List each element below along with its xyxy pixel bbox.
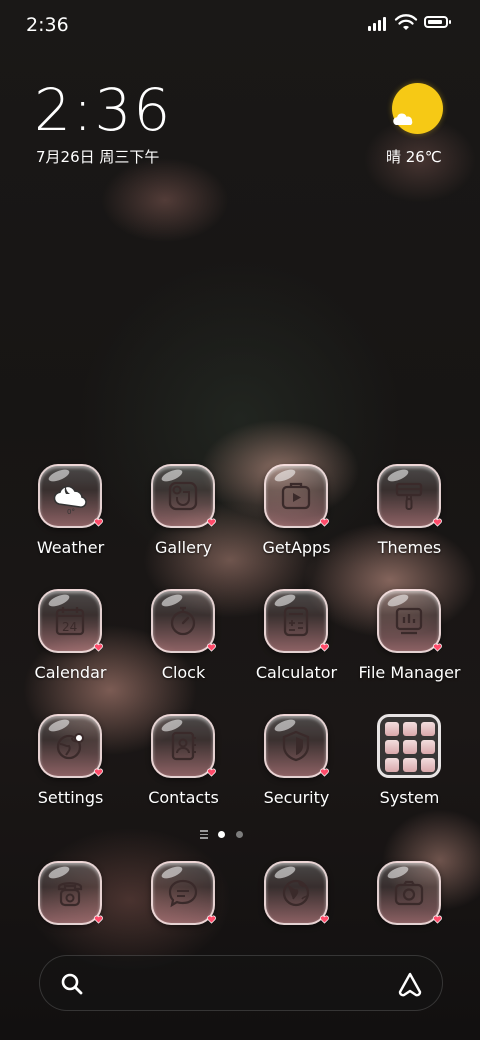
app-label: Contacts xyxy=(148,788,219,807)
heart-icon xyxy=(94,518,103,527)
sunny-icon[interactable] xyxy=(392,83,443,134)
shield-icon xyxy=(264,714,328,778)
heart-icon xyxy=(320,643,329,652)
app-label: File Manager xyxy=(358,663,461,682)
app-security[interactable]: Security xyxy=(240,714,353,824)
weather-cloud-icon: 0° xyxy=(38,464,102,528)
app-label: Settings xyxy=(37,788,104,807)
battery-level xyxy=(428,20,443,24)
heart-icon xyxy=(320,915,329,924)
calculator-icon xyxy=(264,589,328,653)
clock-widget-date: 7月26日 周三下午 xyxy=(36,148,160,166)
app-calendar[interactable]: 24 Calendar xyxy=(14,589,127,699)
heart-icon xyxy=(320,518,329,527)
search-input[interactable] xyxy=(100,966,384,1002)
app-label: Security xyxy=(263,788,330,807)
cloud-icon xyxy=(393,113,413,125)
heart-icon xyxy=(207,915,216,924)
app-label: Themes xyxy=(377,538,442,557)
app-contacts[interactable]: Contacts xyxy=(127,714,240,824)
search-bar[interactable] xyxy=(39,955,443,1011)
app-calculator[interactable]: Calculator xyxy=(240,589,353,699)
clock-widget-time[interactable]: 2:36 xyxy=(34,78,172,142)
wifi-icon xyxy=(394,14,418,30)
messages-icon xyxy=(151,861,215,925)
heart-icon xyxy=(207,768,216,777)
heart-icon xyxy=(433,915,442,924)
app-settings[interactable]: Settings xyxy=(14,714,127,824)
app-drawer-icon[interactable] xyxy=(200,830,208,839)
camera-icon xyxy=(377,861,441,925)
app-label: Calculator xyxy=(255,663,338,682)
contacts-book-icon xyxy=(151,714,215,778)
heart-icon xyxy=(433,518,442,527)
paint-brush-icon xyxy=(377,464,441,528)
heart-icon xyxy=(320,768,329,777)
heart-icon xyxy=(207,643,216,652)
folder-grid-icon xyxy=(377,714,441,778)
app-label: Clock xyxy=(161,663,206,682)
weather-widget-text: 晴 26℃ xyxy=(386,148,442,166)
gallery-icon xyxy=(151,464,215,528)
stopwatch-icon xyxy=(151,589,215,653)
app-weather[interactable]: 0° Weather xyxy=(14,464,127,574)
assistant-icon[interactable] xyxy=(396,970,424,998)
app-file-manager[interactable]: File Manager xyxy=(353,589,466,699)
app-getapps[interactable]: GetApps xyxy=(240,464,353,574)
status-bar: 2:36 xyxy=(0,0,480,50)
page-dot[interactable] xyxy=(236,831,243,838)
status-time: 2:36 xyxy=(26,14,69,36)
page-indicator[interactable] xyxy=(200,829,280,841)
heart-icon xyxy=(94,915,103,924)
app-label: Gallery xyxy=(155,538,212,557)
app-gallery[interactable]: Gallery xyxy=(127,464,240,574)
getapps-bag-icon xyxy=(264,464,328,528)
app-clock[interactable]: Clock xyxy=(127,589,240,699)
phone-icon xyxy=(38,861,102,925)
heart-icon xyxy=(433,643,442,652)
signal-icon xyxy=(368,15,386,31)
search-icon[interactable] xyxy=(60,972,84,996)
weather-small-text: 0° xyxy=(67,508,75,516)
settings-globe-icon xyxy=(38,714,102,778)
app-label: Weather xyxy=(36,538,105,557)
page-dot-active[interactable] xyxy=(218,831,225,838)
app-label: GetApps xyxy=(262,538,331,557)
browser-globe-icon xyxy=(264,861,328,925)
heart-icon xyxy=(207,518,216,527)
calendar-day: 24 xyxy=(62,620,77,634)
app-label: System xyxy=(379,788,440,807)
app-themes[interactable]: Themes xyxy=(353,464,466,574)
file-manager-icon xyxy=(377,589,441,653)
app-label: Calendar xyxy=(34,663,107,682)
calendar-icon: 24 xyxy=(38,589,102,653)
battery-icon xyxy=(424,16,451,28)
heart-icon xyxy=(94,768,103,777)
heart-icon xyxy=(94,643,103,652)
app-folder-system[interactable]: System xyxy=(353,714,466,824)
